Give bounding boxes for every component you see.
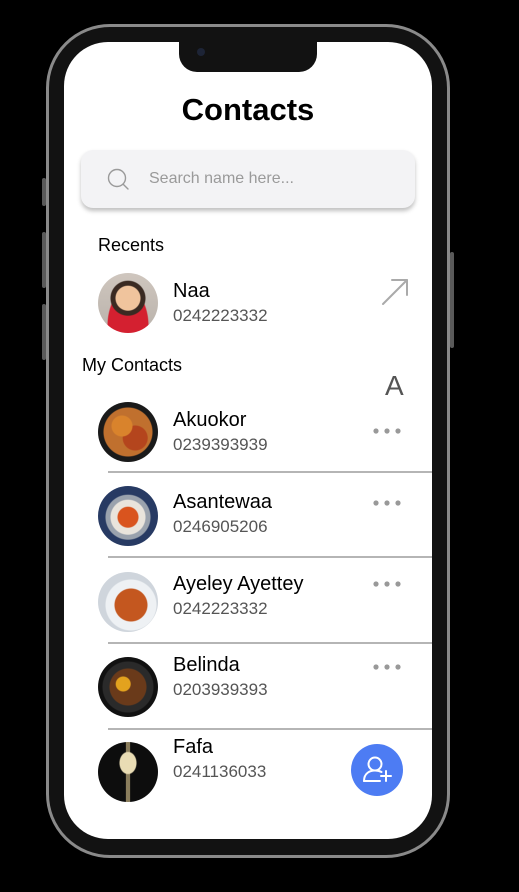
contact-phone: 0239393939: [173, 435, 268, 454]
avatar: [98, 486, 158, 546]
my-contacts-label: My Contacts: [82, 355, 183, 375]
divider: [108, 728, 432, 730]
search-bar[interactable]: [81, 150, 415, 208]
more-options-icon[interactable]: [372, 425, 402, 437]
more-options-icon[interactable]: [372, 578, 402, 590]
divider: [108, 642, 432, 644]
page-title: Contacts: [181, 92, 315, 127]
avatar: [98, 657, 158, 717]
contact-name: Belinda: [173, 654, 240, 676]
add-user-icon: [363, 756, 392, 782]
contact-name: Naa: [173, 280, 210, 302]
volume-down-button: [42, 304, 46, 360]
avatar: [98, 572, 158, 632]
contact-phone: 0203939393: [173, 680, 268, 699]
contact-phone: 0242223332: [173, 599, 268, 618]
search-input[interactable]: [149, 164, 399, 194]
phone-screen: Contacts Recents Naa 0242223332 My Conta…: [64, 42, 432, 839]
volume-up-button: [42, 232, 46, 288]
divider: [108, 471, 432, 473]
avatar: [98, 402, 158, 462]
avatar: [98, 273, 158, 333]
contact-name: Asantewaa: [173, 491, 272, 513]
contact-phone: 0241136033: [173, 762, 267, 781]
divider: [108, 556, 432, 558]
recents-label: Recents: [98, 235, 165, 255]
contact-phone: 0242223332: [173, 306, 268, 325]
silent-switch: [42, 178, 46, 206]
front-camera: [197, 48, 205, 56]
power-button: [450, 252, 454, 348]
arrow-up-right-icon[interactable]: [380, 277, 410, 307]
more-options-icon[interactable]: [372, 497, 402, 509]
contact-name: Fafa: [173, 736, 214, 758]
notch: [179, 42, 317, 72]
index-letter: A: [385, 370, 404, 401]
more-options-icon[interactable]: [372, 661, 402, 673]
add-contact-button[interactable]: [351, 744, 403, 796]
avatar: [98, 742, 158, 802]
contact-name: Akuokor: [173, 409, 247, 431]
contact-name: Ayeley Ayettey: [173, 573, 304, 595]
search-icon: [107, 168, 129, 190]
contact-phone: 0246905206: [173, 517, 268, 536]
